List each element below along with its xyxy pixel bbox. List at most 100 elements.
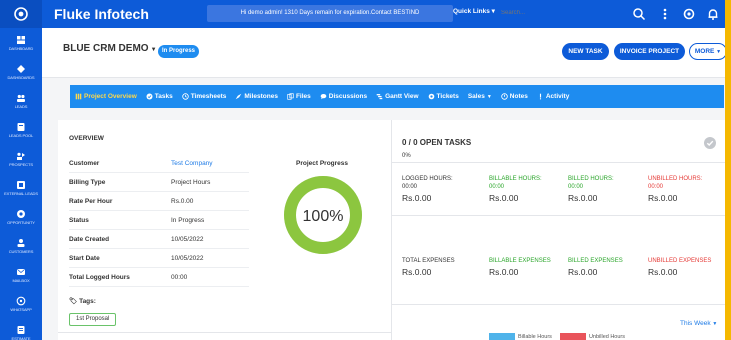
quick-links-label: Quick Links	[453, 8, 490, 15]
status-badge: In Progress	[158, 45, 200, 58]
tab-sales[interactable]: Sales ▼	[468, 93, 492, 100]
sidebar-item-estimate[interactable]: ESTIMATE	[0, 318, 42, 340]
sidebar-item-label: MAILBOX	[12, 277, 30, 283]
tab-notes[interactable]: Notes	[501, 93, 528, 100]
caret-down-icon: ▼	[150, 47, 157, 53]
hours-stat-time: 00:00	[402, 184, 418, 190]
tab-files[interactable]: Files	[287, 93, 311, 100]
hours-stat-time: 00:00	[568, 184, 584, 190]
tab-discussions[interactable]: Discussions	[320, 93, 367, 100]
expenses-stat: TOTAL EXPENSES Rs.0.00	[402, 257, 470, 276]
expenses-stat-label: BILLABLE EXPENSES	[489, 258, 551, 264]
tab-tasks[interactable]: Tasks	[146, 93, 173, 100]
expenses-stat: UNBILLED EXPENSES Rs.0.00	[648, 257, 716, 276]
brand-name[interactable]: Fluke Infotech	[54, 6, 149, 22]
sidebar-item-leads-pool[interactable]: LEADS POOL	[0, 115, 42, 144]
sidebar-item-external-leads[interactable]: EXTERNAL LEADS	[0, 173, 42, 202]
expenses-stat-value: Rs.0.00	[402, 267, 432, 277]
chart-legend: Billable Hours Unbilled Hours	[489, 333, 633, 340]
settings-icon[interactable]	[682, 7, 696, 21]
divider	[58, 332, 392, 333]
expenses-stat-label: UNBILLED EXPENSES	[648, 258, 712, 264]
clock-icon	[181, 93, 189, 100]
expenses-stat-label: TOTAL EXPENSES	[402, 258, 455, 264]
tab-timesheets[interactable]: Timesheets	[181, 93, 226, 100]
sidebar-item-customers[interactable]: CUSTOMERS	[0, 231, 42, 260]
project-title-dropdown[interactable]: BLUE CRM DEMO ▼	[63, 43, 157, 54]
prospects-icon	[17, 152, 25, 160]
sidebar-item-prospects[interactable]: PROSPECTS	[0, 144, 42, 173]
more-label: MORE	[694, 48, 715, 55]
top-bar: Fluke Infotech Hi demo admin! 1310 Days …	[42, 0, 725, 28]
sidebar-item-opportunity[interactable]: OPPORTUNITY	[0, 202, 42, 231]
sidebar-item-whatsapp[interactable]: WHATSAPP	[0, 289, 42, 318]
bars-icon	[75, 93, 82, 100]
legend-swatch	[489, 333, 515, 340]
progress-donut: 100%	[284, 176, 362, 254]
comments-icon	[320, 94, 327, 100]
app-logo-icon[interactable]	[0, 0, 42, 28]
more-button[interactable]: MORE ▼	[689, 43, 725, 60]
hours-stat-label: LOGGED HOURS:	[402, 176, 453, 182]
bell-icon[interactable]	[706, 7, 720, 21]
sidebar-item-label: EXTERNAL LEADS	[4, 190, 38, 196]
overview-title: OVERVIEW	[69, 135, 104, 142]
search-input[interactable]	[497, 5, 615, 22]
overview-row: Customer Test Company	[69, 155, 249, 173]
sidebar-item-label: LEADS	[14, 103, 28, 109]
customers-icon	[17, 238, 25, 247]
hours-stat-time: 00:00	[648, 184, 664, 190]
overview-row-value: In Progress	[171, 217, 205, 224]
progress-value: 100%	[303, 208, 344, 225]
rocket-icon	[236, 93, 242, 100]
overview-row: Status In Progress	[69, 212, 249, 230]
tab-gantt-view[interactable]: Gantt View	[376, 93, 419, 100]
estimate-icon	[17, 325, 25, 334]
sidebar-item-mailbox[interactable]: MAILBOX	[0, 260, 42, 289]
tab-milestones[interactable]: Milestones	[235, 93, 278, 100]
sidebar: DASHBOARD DASHBOARDS LEADS LEADS POOL PROSPE…	[0, 0, 42, 340]
overview-row-key: Customer	[69, 160, 100, 167]
tab-label: Tasks	[154, 93, 173, 100]
tags-label: 🏷︎ Tags:	[69, 297, 96, 305]
check-circle-icon	[146, 93, 153, 100]
caret-down-icon: ▼	[716, 49, 722, 55]
hours-stat-time: 00:00	[489, 184, 505, 190]
expenses-stat-value: Rs.0.00	[568, 267, 598, 277]
tab-label: Milestones	[244, 93, 278, 100]
quick-links-dropdown[interactable]: Quick Links ▾	[453, 7, 495, 15]
notes-icon	[501, 93, 508, 100]
tab-tickets[interactable]: Tickets	[428, 93, 459, 100]
sidebar-item-dashboard[interactable]: DASHBOARD	[0, 28, 42, 57]
expenses-stat: BILLED EXPENSES Rs.0.00	[568, 257, 636, 276]
sidebar-item-label: PROSPECTS	[9, 161, 33, 167]
chevron-down-icon: ▾	[491, 8, 495, 15]
new-task-button[interactable]: NEW TASK	[562, 43, 609, 60]
more-vertical-icon[interactable]	[658, 7, 672, 21]
search-icon[interactable]	[632, 7, 646, 21]
sidebar-item-leads[interactable]: LEADS	[0, 86, 42, 115]
divider	[392, 304, 725, 305]
tab-project-overview[interactable]: Project Overview	[75, 93, 137, 100]
hours-stat-value: Rs.0.00	[402, 193, 432, 203]
hours-stat-label: BILLED HOURS:	[568, 176, 614, 182]
sidebar-item-label: ESTIMATE	[11, 335, 31, 340]
overview-row-value: 10/05/2022	[171, 255, 204, 262]
period-dropdown[interactable]: This Week ▼	[680, 320, 717, 327]
sidebar-item-dashboards[interactable]: DASHBOARDS	[0, 57, 42, 86]
tab-activity[interactable]: Activity	[537, 93, 569, 100]
hours-stat: BILLED HOURS: 00:00 Rs.0.00	[568, 175, 643, 202]
customer-link[interactable]: Test Company	[171, 155, 213, 173]
tab-label: Tickets	[436, 93, 459, 100]
legend-label: Billable Hours	[518, 333, 552, 340]
divider	[392, 215, 725, 216]
overview-row-key: Rate Per Hour	[69, 198, 113, 205]
period-label: This Week	[680, 320, 711, 327]
tag-pill[interactable]: 1st Proposal	[69, 313, 117, 326]
expiration-notice: Hi demo admin! 1310 Days remain for expi…	[207, 5, 453, 22]
invoice-project-button[interactable]: INVOICE PROJECT	[614, 43, 685, 60]
project-tabs: Project Overview Tasks Timesheets Milestone…	[70, 85, 724, 108]
overview-row: Total Logged Hours 00:00	[69, 269, 249, 287]
expenses-stat: BILLABLE EXPENSES Rs.0.00	[489, 257, 557, 276]
expenses-stat-label: BILLED EXPENSES	[568, 258, 623, 264]
